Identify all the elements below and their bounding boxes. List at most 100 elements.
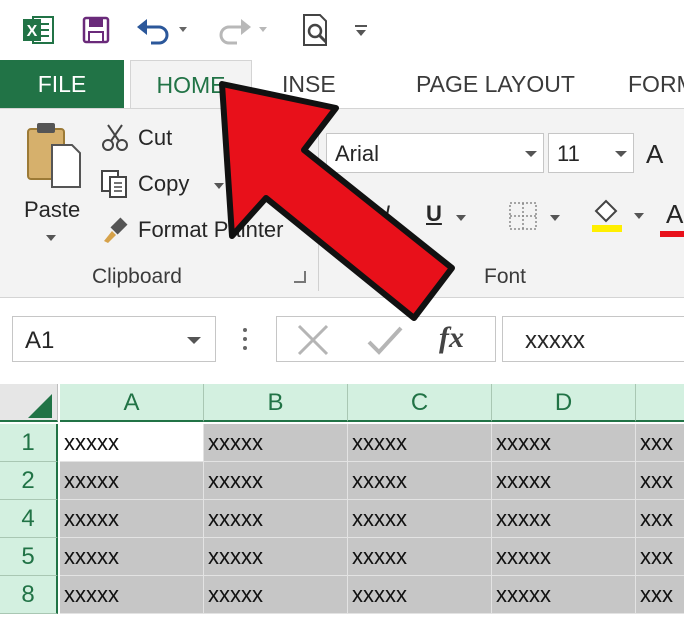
format-painter-button[interactable]: Format Painter: [100, 213, 300, 247]
cell[interactable]: xxxxx: [348, 500, 492, 538]
cell[interactable]: xxx: [636, 538, 684, 576]
font-name-value: Arial: [335, 141, 380, 166]
paste-label: Paste: [24, 197, 81, 222]
clipboard-launcher-icon[interactable]: [294, 271, 306, 283]
redo-icon[interactable]: [212, 12, 270, 48]
chevron-down-icon: [187, 337, 201, 344]
row-header[interactable]: 5: [0, 538, 58, 576]
paintbrush-icon: [104, 217, 128, 243]
underline-dropdown-icon[interactable]: [456, 215, 466, 221]
copy-button[interactable]: Copy: [100, 167, 230, 201]
name-box[interactable]: A1: [12, 316, 216, 362]
cell[interactable]: xxxxx: [204, 576, 348, 614]
font-color-label: A: [666, 199, 684, 229]
insert-function-button[interactable]: fx: [439, 321, 464, 355]
cell[interactable]: xxxxx: [60, 462, 204, 500]
select-all-icon: [28, 394, 52, 418]
customize-qat-icon[interactable]: [352, 12, 370, 48]
cell[interactable]: xxxxx: [492, 424, 636, 462]
cell[interactable]: xxxxx: [492, 538, 636, 576]
fill-color-button[interactable]: [590, 197, 650, 237]
format-painter-label: Format Painter: [138, 217, 284, 242]
undo-icon[interactable]: [134, 12, 192, 48]
font-name-combo[interactable]: Arial: [326, 133, 544, 173]
row-header[interactable]: 8: [0, 576, 58, 614]
cell[interactable]: xxxxx: [204, 500, 348, 538]
row-header[interactable]: 4: [0, 500, 58, 538]
cut-label: Cut: [138, 125, 173, 150]
cell[interactable]: xxxxx: [492, 500, 636, 538]
font-color-swatch: [660, 231, 684, 237]
group-divider: [318, 119, 319, 291]
cell[interactable]: xxxxx: [204, 538, 348, 576]
cell[interactable]: xxx: [636, 424, 684, 462]
cell[interactable]: xxx: [636, 462, 684, 500]
cell[interactable]: xxxxx: [60, 538, 204, 576]
paste-button[interactable]: Paste: [18, 121, 88, 251]
confirm-entry-icon[interactable]: [365, 320, 405, 360]
column-header-b[interactable]: B: [204, 384, 348, 422]
worksheet-grid: ABCD 1 xxxxx xxxxx xxxxx xxxxx xxx 2 xxxxx xxxxx…: [0, 384, 684, 622]
underline-button[interactable]: U: [426, 201, 442, 227]
tab-insert[interactable]: INSE: [282, 60, 336, 108]
copy-label: Copy: [138, 171, 190, 196]
excel-logo-icon: X: [18, 12, 58, 48]
name-box-value: A1: [25, 327, 55, 354]
tab-page-layout[interactable]: PAGE LAYOUT: [416, 60, 575, 108]
column-header-a[interactable]: A: [60, 384, 204, 422]
font-size-combo[interactable]: 11: [548, 133, 634, 173]
cancel-entry-icon[interactable]: [293, 320, 333, 360]
tab-formulas[interactable]: FORM: [628, 60, 684, 108]
font-size-value: 11: [557, 141, 580, 166]
cell[interactable]: xxxxx: [60, 500, 204, 538]
chevron-down-icon: [550, 215, 560, 221]
chevron-down-icon: [615, 151, 627, 157]
copy-dropdown-icon[interactable]: [214, 183, 224, 189]
row-header[interactable]: 1: [0, 424, 58, 462]
more-options-icon[interactable]: [242, 328, 248, 350]
chevron-down-icon: [634, 213, 644, 219]
scissors-icon: [102, 124, 128, 151]
save-icon[interactable]: [78, 12, 114, 48]
quick-access-toolbar: X: [0, 0, 684, 60]
clipboard-group-label: Clipboard: [92, 265, 182, 288]
cell[interactable]: xxxxx: [348, 424, 492, 462]
cell[interactable]: xxxxx: [348, 538, 492, 576]
active-cell[interactable]: xxxxx: [60, 424, 204, 462]
borders-icon: [509, 202, 537, 230]
cell[interactable]: xxx: [636, 576, 684, 614]
cell[interactable]: xxxxx: [204, 462, 348, 500]
cut-button[interactable]: Cut: [100, 121, 210, 155]
cell[interactable]: xxxxx: [60, 576, 204, 614]
formula-bar: A1 fx xxxxx: [0, 298, 684, 384]
ribbon-tabs: FILE HOME INSE PAGE LAYOUT FORM: [0, 60, 684, 110]
font-color-button[interactable]: A: [660, 197, 684, 237]
row-header[interactable]: 2: [0, 462, 58, 500]
cell[interactable]: xxxxx: [492, 576, 636, 614]
copy-icon: [101, 170, 127, 198]
borders-button[interactable]: [508, 201, 566, 235]
svg-text:X: X: [27, 23, 38, 40]
cell[interactable]: xxxxx: [204, 424, 348, 462]
paint-bucket-icon: [592, 199, 622, 232]
column-header-d[interactable]: D: [492, 384, 636, 422]
cell[interactable]: xxx: [636, 500, 684, 538]
paste-dropdown-icon[interactable]: [46, 235, 56, 241]
font-group-label: Font: [484, 265, 527, 288]
tab-home[interactable]: HOME: [130, 60, 252, 110]
select-all-button[interactable]: [0, 384, 58, 422]
ribbon-home: Paste Cut Copy Format Painter Clipboard: [0, 108, 684, 298]
cell[interactable]: xxxxx: [348, 576, 492, 614]
paste-icon: [27, 123, 81, 188]
italic-button[interactable]: I: [384, 201, 390, 227]
cell[interactable]: xxxxx: [348, 462, 492, 500]
chevron-down-icon: [525, 151, 537, 157]
print-preview-icon[interactable]: [298, 12, 334, 48]
bold-button[interactable]: B: [342, 201, 358, 227]
grow-font-button[interactable]: A: [646, 139, 663, 170]
cell[interactable]: xxxxx: [492, 462, 636, 500]
formula-input[interactable]: xxxxx: [502, 316, 684, 362]
column-header-e[interactable]: [636, 384, 684, 422]
tab-file[interactable]: FILE: [0, 60, 124, 108]
column-header-c[interactable]: C: [348, 384, 492, 422]
